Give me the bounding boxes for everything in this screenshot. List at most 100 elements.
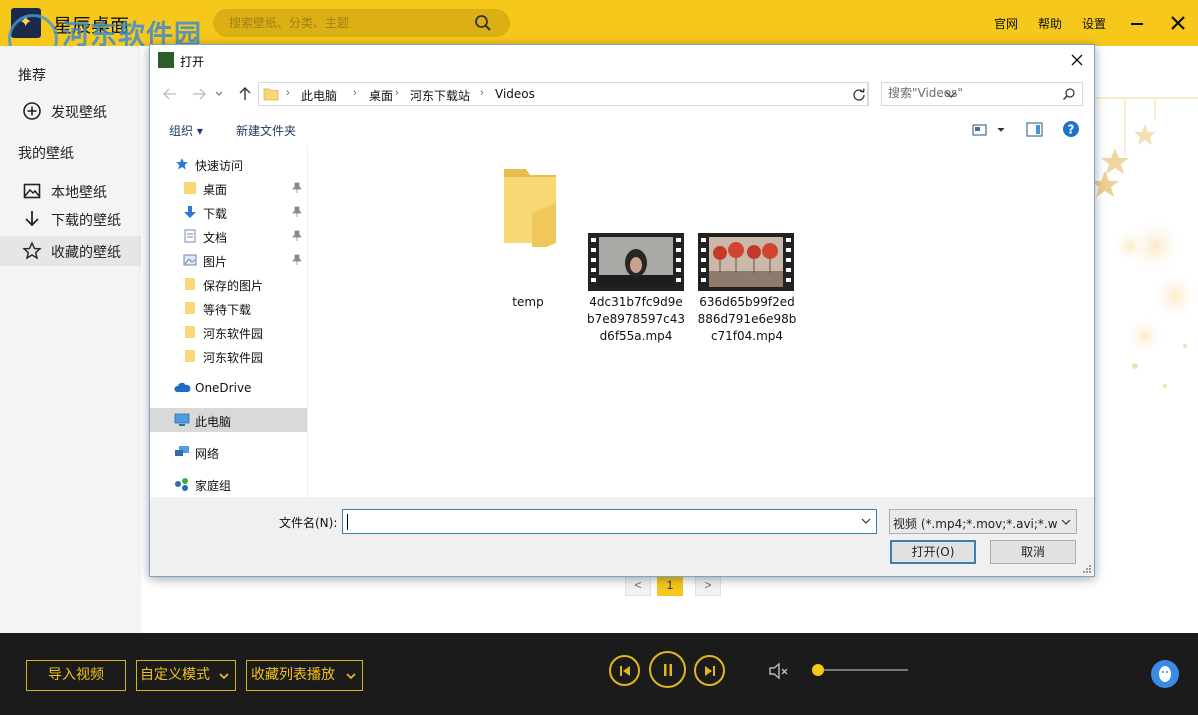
navigation-pane: 快速访问 桌面 下载 文档 图片 保存的图片 等待下载 河东软件园 河东软件园 …	[150, 145, 308, 497]
preview-pane-icon[interactable]	[1026, 122, 1043, 137]
volume-slider-handle[interactable]	[811, 664, 824, 676]
dialog-toolbar: 组织 ▾ 新建文件夹 ?	[150, 115, 1094, 145]
nav-label: 文档	[203, 231, 228, 245]
sidebar-item-label: 发现壁纸	[51, 105, 107, 121]
nav-item-pictures[interactable]: 图片	[150, 248, 307, 272]
pin-icon[interactable]	[291, 230, 303, 242]
homegroup-icon	[175, 478, 188, 491]
organize-menu[interactable]: 组织 ▾	[169, 122, 203, 139]
file-item-video-2[interactable]: 636d65b99f2ed886d791e6e98bc71f04.mp4	[697, 159, 797, 343]
new-folder-button[interactable]: 新建文件夹	[236, 122, 296, 139]
search-icon[interactable]	[474, 14, 492, 32]
filename-input[interactable]	[342, 509, 877, 534]
file-item-temp[interactable]: temp	[478, 159, 578, 309]
nav-item-waiting-downloads[interactable]: 等待下载	[150, 296, 307, 320]
close-icon[interactable]	[1168, 13, 1188, 33]
help-icon[interactable]: ?	[1062, 120, 1080, 138]
filetype-select[interactable]: 视频 (*.mp4;*.mov;*.avi;*.webm)	[889, 509, 1077, 534]
custom-mode-label: 自定义模式	[140, 667, 210, 683]
folder-icon	[263, 88, 279, 101]
breadcrumb-desktop[interactable]: 桌面	[369, 87, 393, 104]
resize-grip-icon[interactable]	[1082, 564, 1092, 574]
sidebar: 推荐 发现壁纸 我的壁纸 本地壁纸 下载的壁纸 收藏的壁纸	[0, 46, 141, 633]
favorite-list-dropdown[interactable]: 收藏列表播放	[246, 660, 363, 691]
nav-item-downloads[interactable]: 下载	[150, 200, 307, 224]
dialog-titlebar[interactable]: 打开	[150, 45, 1094, 77]
dialog-footer: 文件名(N): 视频 (*.mp4;*.mov;*.avi;*.webm) 打开…	[150, 497, 1094, 576]
nav-label: OneDrive	[195, 381, 252, 395]
nav-item-hedong-2[interactable]: 河东软件园	[150, 344, 307, 368]
nav-item-saved-pictures[interactable]: 保存的图片	[150, 272, 307, 296]
sidebar-item-local[interactable]: 本地壁纸	[0, 176, 141, 206]
refresh-button[interactable]	[849, 82, 869, 106]
nav-item-hedong-1[interactable]: 河东软件园	[150, 320, 307, 344]
dialog-search-input[interactable]	[888, 86, 1048, 100]
nav-item-documents[interactable]: 文档	[150, 224, 307, 248]
star-icon	[176, 158, 188, 170]
app-header: 星辰桌面 官网 帮助 设置	[0, 0, 1198, 46]
nav-label: 等待下载	[203, 303, 252, 317]
forward-arrow-icon[interactable]	[191, 86, 207, 102]
cloud-icon	[174, 382, 191, 392]
pause-button[interactable]	[649, 651, 686, 688]
import-video-button[interactable]: 导入视频	[26, 660, 126, 691]
document-icon	[184, 229, 196, 243]
breadcrumb-hedong[interactable]: 河东下载站	[410, 87, 470, 104]
official-site-link[interactable]: 官网	[994, 15, 1018, 32]
chevron-down-icon	[219, 673, 229, 680]
pin-icon[interactable]	[291, 206, 303, 218]
file-item-video-1[interactable]: 4dc31b7fc9d9eb7e8978597c43d6f55a.mp4	[586, 159, 686, 343]
nav-item-desktop[interactable]: 桌面	[150, 176, 307, 200]
settings-link[interactable]: 设置	[1082, 15, 1106, 32]
search-icon	[1063, 88, 1075, 100]
recent-dropdown-icon[interactable]	[214, 86, 224, 102]
mute-icon[interactable]	[768, 661, 790, 681]
video-thumbnail	[588, 233, 684, 291]
folder-icon	[185, 278, 195, 290]
nav-item-network[interactable]: 网络	[150, 440, 307, 464]
sidebar-item-downloaded[interactable]: 下载的壁纸	[0, 204, 141, 234]
sidebar-item-favorites[interactable]: 收藏的壁纸	[0, 236, 141, 266]
breadcrumb-videos[interactable]: Videos	[495, 87, 535, 101]
chevron-down-icon[interactable]	[860, 514, 872, 528]
chevron-down-icon	[346, 673, 356, 680]
nav-label: 此电脑	[195, 415, 232, 429]
minimize-icon[interactable]	[1127, 13, 1147, 33]
skip-next-icon	[705, 666, 715, 676]
pin-icon[interactable]	[291, 254, 303, 266]
folder-icon	[504, 169, 556, 247]
search-box[interactable]	[213, 9, 510, 37]
search-input[interactable]	[229, 14, 469, 32]
nav-label: 家庭组	[195, 479, 232, 493]
nav-item-this-pc[interactable]: 此电脑	[150, 408, 307, 432]
up-arrow-icon[interactable]	[237, 86, 253, 102]
plus-circle-icon	[23, 102, 41, 120]
view-options-icon[interactable]	[972, 123, 1008, 137]
address-bar[interactable]: › 此电脑 › 桌面 › 河东下载站 › Videos	[258, 82, 957, 106]
picture-icon	[183, 254, 197, 266]
cancel-button[interactable]: 取消	[990, 540, 1076, 564]
volume-slider-track[interactable]	[813, 669, 908, 671]
download-icon	[25, 211, 39, 227]
refresh-icon	[853, 88, 865, 101]
breadcrumb-this-pc[interactable]: 此电脑	[301, 87, 337, 104]
previous-button[interactable]	[609, 655, 640, 686]
back-arrow-icon[interactable]	[162, 86, 178, 102]
pin-icon[interactable]	[291, 182, 303, 194]
app-small-icon	[158, 52, 174, 68]
support-chat-button[interactable]	[1151, 660, 1179, 688]
nav-item-quick-access[interactable]: 快速访问	[150, 152, 307, 176]
filename-label: 文件名(N):	[279, 516, 338, 530]
dialog-title: 打开	[180, 55, 205, 69]
dialog-close-icon[interactable]	[1068, 51, 1086, 69]
help-link[interactable]: 帮助	[1038, 15, 1062, 32]
next-button[interactable]	[694, 655, 725, 686]
nav-item-homegroup[interactable]: 家庭组	[150, 472, 307, 496]
nav-item-onedrive[interactable]: OneDrive	[150, 376, 307, 400]
dialog-search-box[interactable]	[881, 82, 1083, 106]
open-button[interactable]: 打开(O)	[890, 540, 976, 564]
custom-mode-dropdown[interactable]: 自定义模式	[136, 660, 236, 691]
app-title: 星辰桌面	[53, 15, 130, 37]
sidebar-item-discover[interactable]: 发现壁纸	[0, 96, 141, 126]
sidebar-item-label: 本地壁纸	[51, 185, 107, 201]
